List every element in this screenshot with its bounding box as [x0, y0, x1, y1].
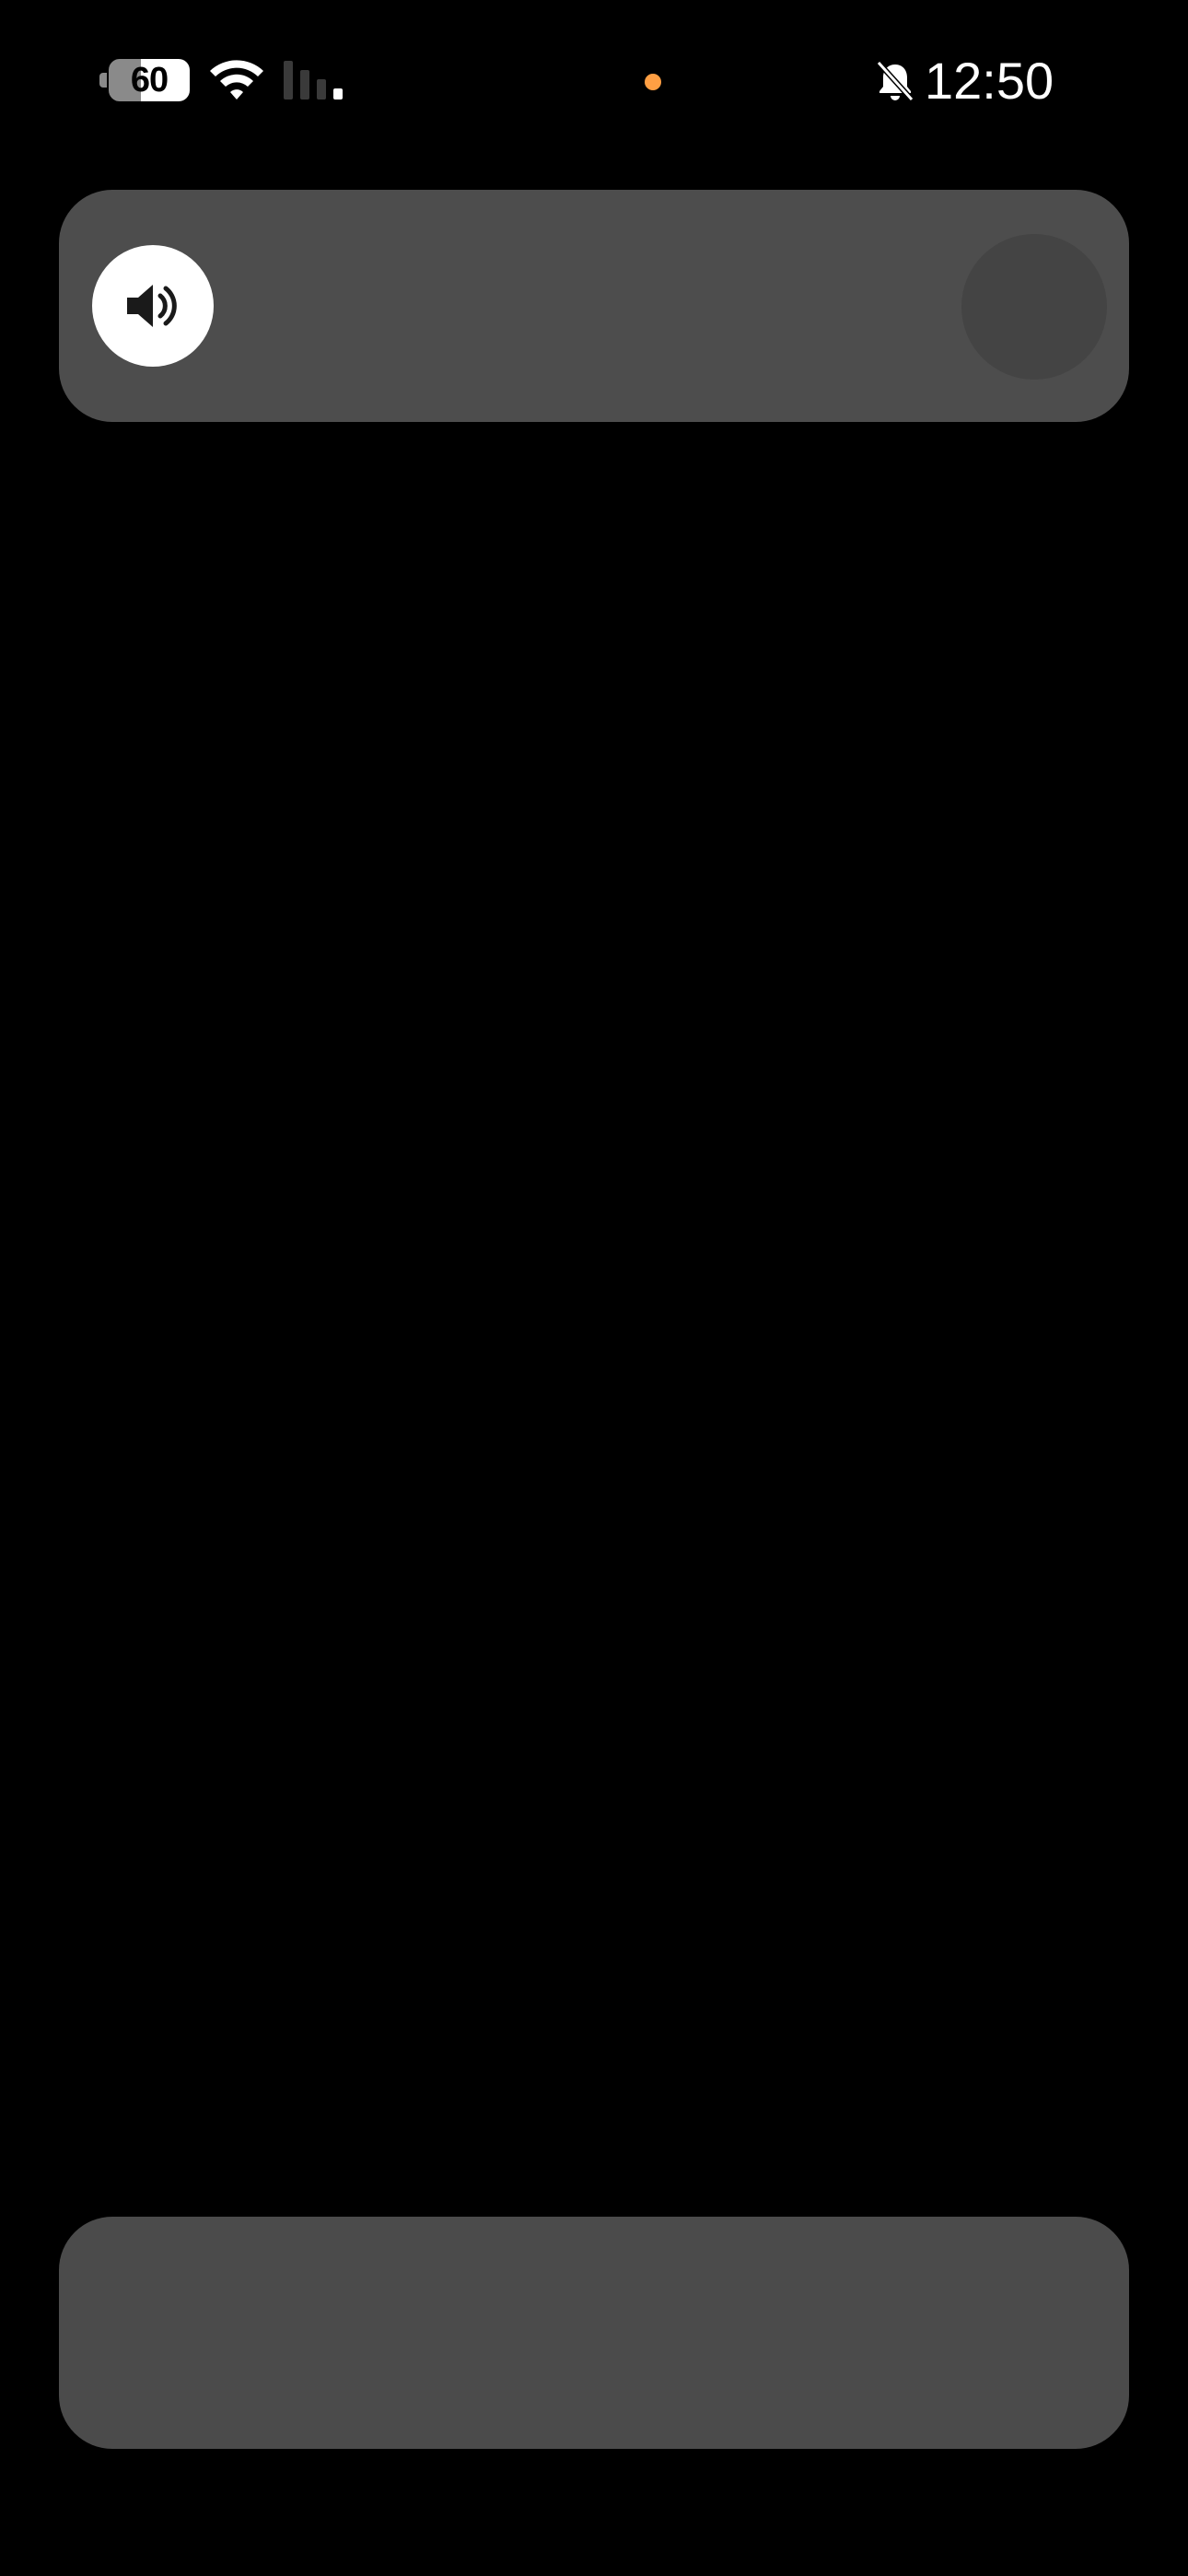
bell-slash-icon	[876, 60, 914, 102]
cellular-signal-icon	[284, 61, 343, 100]
status-clock: 12:50	[925, 52, 1054, 110]
battery-nub	[99, 73, 107, 88]
speaker-icon	[127, 285, 177, 327]
volume-slider-thumb[interactable]	[961, 234, 1107, 380]
battery-level: 60	[130, 61, 169, 100]
status-bar: 60 12:50	[0, 0, 1188, 166]
bottom-panel[interactable]	[59, 2217, 1129, 2449]
volume-toggle-button[interactable]	[92, 245, 214, 367]
privacy-indicator-dot	[645, 74, 661, 90]
battery-icon: 60	[99, 59, 190, 101]
wifi-icon	[210, 60, 263, 100]
volume-slider[interactable]	[59, 190, 1129, 422]
